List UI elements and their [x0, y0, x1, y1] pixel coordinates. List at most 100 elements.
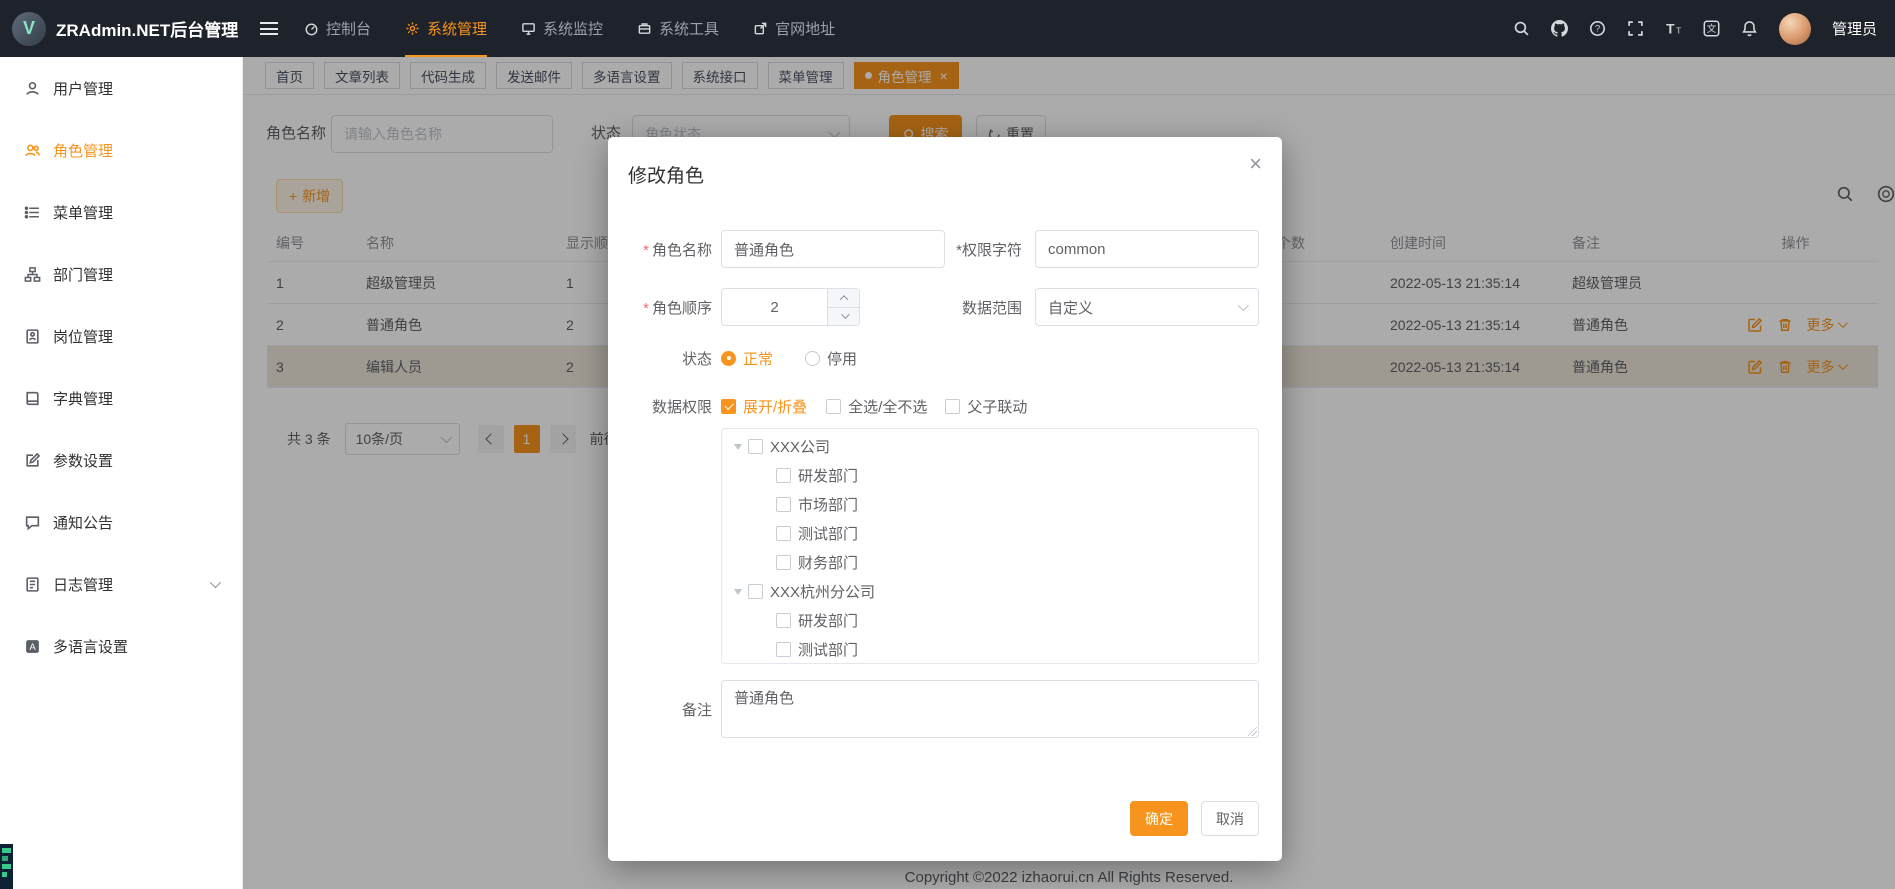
nav-system-management[interactable]: 系统管理	[405, 0, 487, 57]
tree-node[interactable]: 财务部门	[722, 548, 1258, 577]
cancel-button[interactable]: 取消	[1201, 801, 1259, 836]
tools-icon	[637, 21, 652, 36]
hamburger-icon[interactable]	[260, 22, 278, 35]
nav-official-site[interactable]: 官网地址	[753, 0, 835, 57]
tree-node-label: 研发部门	[798, 465, 858, 486]
bell-icon[interactable]	[1741, 20, 1758, 37]
fullscreen-icon[interactable]	[1627, 20, 1644, 37]
required-marker: *	[643, 300, 649, 317]
sidebar-label: 日志管理	[53, 574, 113, 595]
data-scope-label: 数据范围	[860, 297, 1022, 318]
role-name-input[interactable]	[721, 230, 945, 268]
github-icon[interactable]	[1551, 20, 1568, 37]
tree-checkbox[interactable]	[748, 584, 763, 599]
increment-button[interactable]	[828, 289, 859, 308]
tree-node[interactable]: 测试部门	[722, 635, 1258, 664]
dict-icon	[24, 390, 41, 407]
department-tree: XXX公司 研发部门 市场部门 测试部门 财务部门	[721, 428, 1259, 664]
sidebar-label: 用户管理	[53, 78, 113, 99]
tree-node[interactable]: 研发部门	[722, 606, 1258, 635]
status-row: 状态 正常 停用	[608, 346, 1282, 370]
select-all-checkbox[interactable]	[826, 399, 841, 414]
tree-checkbox[interactable]	[776, 526, 791, 541]
select-all-label[interactable]: 全选/全不选	[848, 396, 927, 417]
sidebar-item-posts[interactable]: 岗位管理	[0, 305, 242, 367]
sidebar-label: 参数设置	[53, 450, 113, 471]
nav-system-tools[interactable]: 系统工具	[637, 0, 719, 57]
tree-node[interactable]: XXX杭州分公司	[722, 577, 1258, 606]
radio-disabled-label[interactable]: 停用	[827, 348, 857, 369]
dialog-footer: 确定 取消	[1130, 801, 1259, 836]
parent-child-linkage-checkbox[interactable]	[945, 399, 960, 414]
svg-text:T: T	[1676, 25, 1681, 35]
header-actions: ? TT 文 管理员	[1513, 13, 1877, 45]
sidebar-item-roles[interactable]: 角色管理	[0, 119, 242, 181]
sidebar-label: 菜单管理	[53, 202, 113, 223]
tree-checkbox[interactable]	[776, 642, 791, 657]
data-permission-options: 展开/折叠 全选/全不选 父子联动	[721, 396, 1027, 417]
monitor-icon	[521, 21, 536, 36]
sidebar-item-parameters[interactable]: 参数设置	[0, 429, 242, 491]
stepper-controls	[827, 289, 859, 325]
tree-checkbox[interactable]	[776, 555, 791, 570]
resize-handle-icon[interactable]	[1248, 727, 1257, 736]
user-avatar[interactable]	[1779, 13, 1811, 45]
sidebar-item-menus[interactable]: 菜单管理	[0, 181, 242, 243]
param-icon	[24, 452, 41, 469]
tree-node[interactable]: 研发部门	[722, 461, 1258, 490]
caret-down-icon[interactable]	[734, 589, 742, 599]
gear-icon	[405, 21, 420, 36]
data-permission-label: 数据权限	[608, 396, 712, 417]
sidebar-item-notices[interactable]: 通知公告	[0, 491, 242, 553]
header: V ZRAdmin.NET后台管理 控制台 系统管理 系统监控 系统工具	[0, 0, 1895, 57]
tree-node-label: XXX杭州分公司	[770, 581, 875, 602]
nav-console[interactable]: 控制台	[304, 0, 371, 57]
close-icon[interactable]: ×	[1249, 153, 1262, 175]
sidebar-item-dictionary[interactable]: 字典管理	[0, 367, 242, 429]
app-title: ZRAdmin.NET后台管理	[56, 16, 238, 41]
notice-icon	[24, 514, 41, 531]
nav-label: 系统监控	[543, 18, 603, 39]
tree-node-label: 测试部门	[798, 639, 858, 660]
parent-child-linkage-label[interactable]: 父子联动	[967, 396, 1027, 417]
sidebar-item-users[interactable]: 用户管理	[0, 57, 242, 119]
nav-label: 控制台	[326, 18, 371, 39]
data-permission-row: 数据权限 展开/折叠 全选/全不选 父子联动	[608, 394, 1282, 418]
tree-node-label: XXX公司	[770, 436, 830, 457]
font-size-icon[interactable]: TT	[1665, 20, 1682, 37]
sidebar-item-logs[interactable]: 日志管理	[0, 553, 242, 615]
svg-text:文: 文	[1707, 23, 1717, 35]
sidebar-item-departments[interactable]: 部门管理	[0, 243, 242, 305]
sidebar: 用户管理 角色管理 菜单管理 部门管理 岗位管理 字典管理 参数设置 通知公告	[0, 57, 243, 889]
role-name-label: *角色名称	[608, 239, 712, 260]
confirm-button[interactable]: 确定	[1130, 801, 1188, 836]
tree-checkbox[interactable]	[748, 439, 763, 454]
remark-textarea[interactable]: 普通角色	[721, 680, 1259, 738]
dialog-body: *角色名称 *权限字符 *角色顺序 数据范围 自定义	[608, 230, 1282, 758]
tree-node[interactable]: 测试部门	[722, 519, 1258, 548]
menu-icon	[24, 204, 41, 221]
tree-checkbox[interactable]	[776, 613, 791, 628]
log-icon	[24, 576, 41, 593]
nav-system-monitor[interactable]: 系统监控	[521, 0, 603, 57]
tree-checkbox[interactable]	[776, 468, 791, 483]
radio-normal[interactable]	[721, 351, 736, 366]
help-icon[interactable]: ?	[1589, 20, 1606, 37]
post-icon	[24, 328, 41, 345]
expand-collapse-checkbox[interactable]	[721, 399, 736, 414]
data-scope-select[interactable]: 自定义	[1035, 288, 1259, 326]
tree-node[interactable]: 市场部门	[722, 490, 1258, 519]
radio-disabled[interactable]	[805, 351, 820, 366]
tree-node[interactable]: XXX公司	[722, 432, 1258, 461]
perm-char-input[interactable]	[1035, 230, 1259, 268]
decrement-button[interactable]	[828, 308, 859, 326]
sidebar-item-i18n[interactable]: A 多语言设置	[0, 615, 242, 677]
search-icon[interactable]	[1513, 20, 1530, 37]
caret-down-icon[interactable]	[734, 444, 742, 454]
expand-collapse-label[interactable]: 展开/折叠	[743, 396, 807, 417]
user-name[interactable]: 管理员	[1832, 18, 1877, 39]
radio-normal-label[interactable]: 正常	[743, 348, 773, 369]
tree-node-label: 市场部门	[798, 494, 858, 515]
tree-checkbox[interactable]	[776, 497, 791, 512]
language-icon[interactable]: 文	[1703, 20, 1720, 37]
